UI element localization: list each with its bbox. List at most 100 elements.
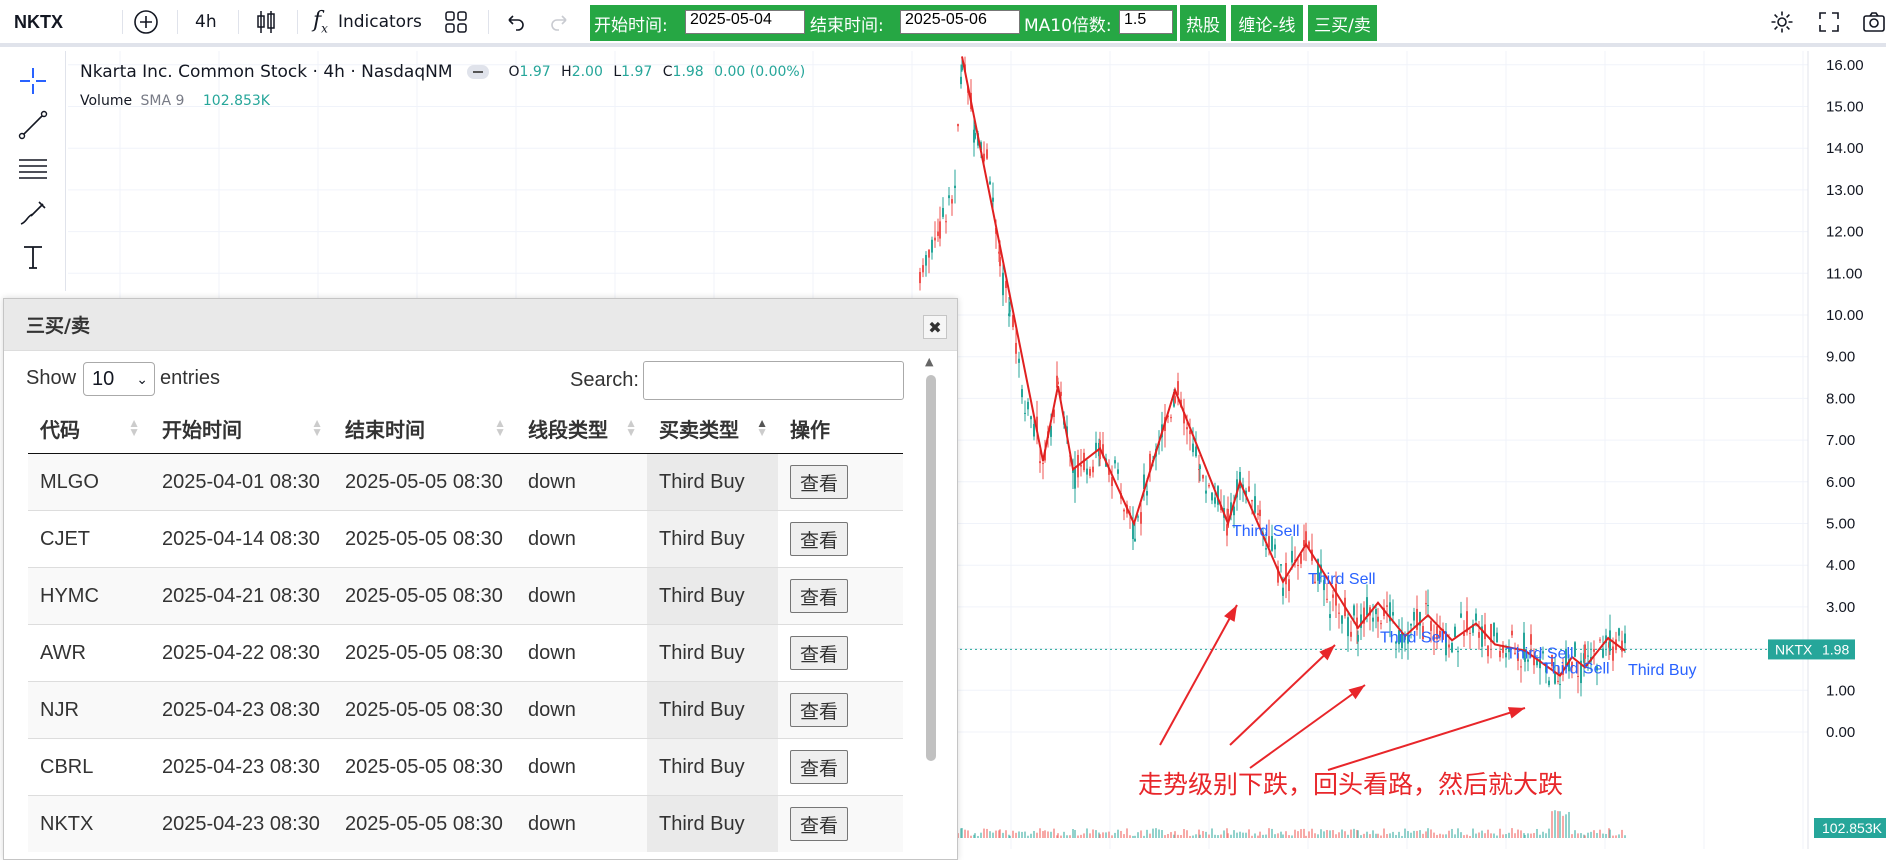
volume-bar xyxy=(1158,829,1160,838)
brush-tool[interactable] xyxy=(14,196,52,230)
candle-body xyxy=(1114,460,1116,464)
volume-bar xyxy=(977,835,979,838)
volume-bar xyxy=(1294,829,1296,838)
volume-bar xyxy=(1520,830,1522,838)
column-header-start[interactable]: 开始时间 ▲ ▼ xyxy=(150,403,333,454)
ohlc-readout: O1.97 H2.00 L1.97 C1.98 0.00 (0.00%) xyxy=(509,64,806,80)
fib-tool[interactable] xyxy=(14,152,52,186)
volume-bar xyxy=(1514,833,1516,838)
volume-bar xyxy=(1174,831,1176,838)
layout-button[interactable] xyxy=(444,0,468,44)
candle-body xyxy=(1624,633,1626,644)
search-input[interactable] xyxy=(643,361,904,400)
cell-segment: down xyxy=(516,795,647,852)
volume-bar xyxy=(1554,810,1556,838)
view-button[interactable]: 查看 xyxy=(790,636,848,670)
price-tick-label: 6.00 xyxy=(1826,474,1855,491)
undo-button[interactable] xyxy=(504,0,526,44)
volume-bar xyxy=(1271,828,1273,838)
three-buy-sell-button[interactable]: 三买/卖 xyxy=(1308,5,1377,41)
column-header-segment[interactable]: 线段类型 ▲ ▼ xyxy=(516,403,647,454)
candle-body xyxy=(1602,648,1604,658)
candle-body xyxy=(1366,597,1368,616)
candle-body xyxy=(1612,646,1614,661)
volume-bar xyxy=(1102,832,1104,838)
candle-body xyxy=(919,271,921,284)
end-time-input[interactable]: 2025-05-06 xyxy=(900,10,1020,34)
candle-body xyxy=(1134,538,1136,542)
divider xyxy=(177,10,178,34)
fullscreen-button[interactable] xyxy=(1818,0,1840,44)
cell-segment: down xyxy=(516,453,647,511)
candle-body xyxy=(1074,467,1076,489)
volume-bar xyxy=(992,832,994,838)
symbol-search[interactable]: NKTX xyxy=(14,0,63,44)
price-tick-label: 14.00 xyxy=(1826,140,1864,157)
candle-body xyxy=(1274,544,1276,550)
compare-button[interactable] xyxy=(133,0,159,44)
close-button[interactable]: ✖ xyxy=(923,315,947,339)
view-button[interactable]: 查看 xyxy=(790,807,848,841)
candle-body xyxy=(1326,598,1328,600)
volume-bar xyxy=(1083,833,1085,838)
volume-bar xyxy=(1422,833,1424,838)
text-tool[interactable] xyxy=(14,240,52,274)
volume-bar xyxy=(1155,828,1157,838)
scroll-up-icon[interactable]: ▲ xyxy=(925,355,933,368)
column-header-code[interactable]: 代码 ▲ ▼ xyxy=(28,403,150,454)
column-header-end[interactable]: 结束时间 ▲ ▼ xyxy=(333,403,516,454)
crosshair-tool[interactable] xyxy=(14,64,52,98)
volume-bar xyxy=(1353,828,1355,838)
volume-bar xyxy=(1129,835,1131,838)
volume-bar xyxy=(1580,833,1582,838)
volume-bar xyxy=(1288,835,1290,838)
volume-bar xyxy=(1517,829,1519,838)
cell-start: 2025-04-23 08:30 xyxy=(150,738,333,796)
candle-body xyxy=(1469,632,1471,634)
volume-bar xyxy=(1086,828,1088,838)
chart-type-button[interactable] xyxy=(255,0,277,44)
candle-body xyxy=(974,132,976,139)
candle-body xyxy=(945,221,947,223)
volume-bar xyxy=(1505,834,1507,838)
redo-button[interactable] xyxy=(549,0,571,44)
view-button[interactable]: 查看 xyxy=(790,465,848,499)
trend-line-tool[interactable] xyxy=(14,108,52,142)
ma-input[interactable]: 1.5 xyxy=(1119,10,1173,34)
indicators-button[interactable]: fx Indicators xyxy=(313,0,422,44)
volume-bar xyxy=(1317,834,1319,838)
candle-body xyxy=(992,197,994,202)
view-button[interactable]: 查看 xyxy=(790,522,848,556)
signal-label: Third Sell xyxy=(1308,571,1376,588)
volume-bar xyxy=(1478,832,1480,838)
scrollbar-thumb[interactable] xyxy=(926,375,936,761)
hide-legend-button[interactable] xyxy=(466,65,489,79)
chanlun-button[interactable]: 缠论-线 xyxy=(1231,5,1303,41)
column-header-type[interactable]: 买卖类型 ▲ ▼ xyxy=(647,403,778,454)
volume-bar xyxy=(1380,835,1382,838)
cell-end: 2025-05-05 08:30 xyxy=(333,738,516,796)
volume-bar xyxy=(1386,834,1388,838)
volume-bar xyxy=(1186,830,1188,838)
table-row: MLGO 2025-04-01 08:30 2025-05-05 08:30 down… xyxy=(28,453,903,511)
interval-button[interactable]: 4h xyxy=(195,0,217,44)
hot-stocks-button[interactable]: 热股 xyxy=(1180,5,1226,41)
cell-end: 2025-05-05 08:30 xyxy=(333,453,516,511)
view-button[interactable]: 查看 xyxy=(790,750,848,784)
view-button[interactable]: 查看 xyxy=(790,579,848,613)
volume-bar xyxy=(1077,835,1079,838)
volume-bar xyxy=(1369,834,1371,838)
candle-body xyxy=(1265,548,1267,550)
last-price-value: 1.98 xyxy=(1822,641,1849,657)
view-button[interactable]: 查看 xyxy=(790,693,848,727)
settings-button[interactable] xyxy=(1770,0,1794,44)
volume-bar xyxy=(1134,835,1136,838)
start-time-input[interactable]: 2025-05-04 xyxy=(685,10,805,34)
snapshot-button[interactable] xyxy=(1862,0,1886,44)
volume-bar xyxy=(1099,834,1101,838)
volume-bar xyxy=(1291,835,1293,838)
volume-bar xyxy=(1060,835,1062,838)
candle-body xyxy=(1375,609,1377,615)
entries-select[interactable]: 10 ⌄ xyxy=(83,362,155,396)
candle-body xyxy=(925,255,927,266)
